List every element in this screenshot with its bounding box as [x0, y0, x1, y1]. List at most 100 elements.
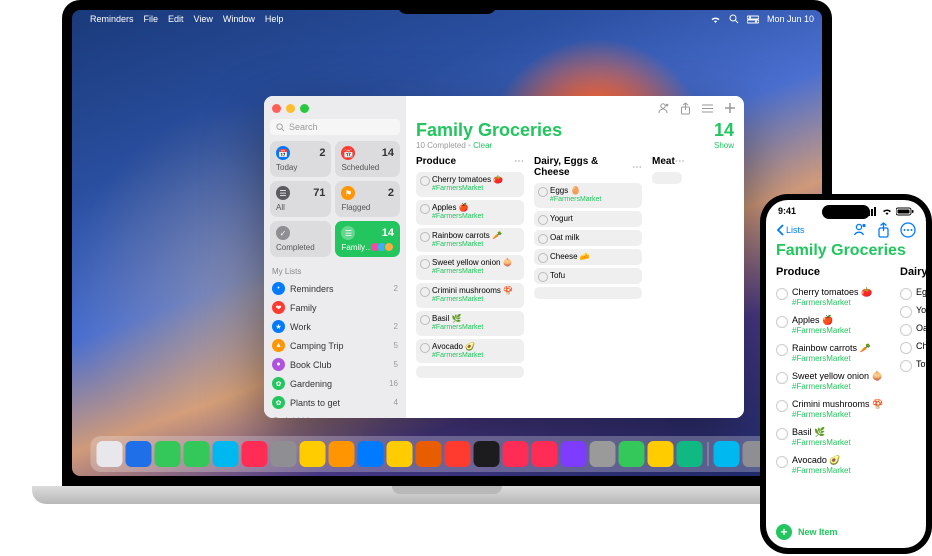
dock-app-icon[interactable] — [590, 441, 616, 467]
search-input[interactable]: Search — [270, 119, 400, 135]
reminder-item[interactable]: Tofu — [534, 268, 642, 284]
collaborate-icon[interactable] — [656, 102, 670, 114]
dock-app-icon[interactable] — [445, 441, 471, 467]
reminder-item[interactable]: Che — [900, 337, 926, 355]
reminder-tag[interactable]: #FarmersMarket — [792, 354, 892, 363]
reminder-tag[interactable]: #FarmersMarket — [792, 410, 892, 419]
reminder-item[interactable]: Rainbow carrots 🥕#FarmersMarket — [416, 228, 524, 253]
reminder-item[interactable]: Basil 🌿#FarmersMarket — [776, 423, 892, 451]
dock-app-icon[interactable] — [619, 441, 645, 467]
more-icon[interactable]: ⋯ — [675, 156, 685, 167]
close-button[interactable] — [272, 104, 281, 113]
reminder-item[interactable]: Yog — [900, 301, 926, 319]
add-list-button[interactable]: ⊕ Add List — [270, 412, 400, 418]
column-header[interactable]: Dairy, Eggs & Cheese⋯ — [534, 156, 642, 178]
reminder-item[interactable]: Avocado 🥑#FarmersMarket — [416, 339, 524, 364]
control-center-icon[interactable] — [747, 15, 759, 24]
sidebar-item-list[interactable]: ●Book Club5 — [270, 355, 400, 374]
add-reminder-placeholder[interactable] — [652, 172, 682, 184]
reminder-item[interactable]: Yogurt — [534, 211, 642, 227]
reminder-item[interactable]: Apples 🍎#FarmersMarket — [416, 200, 524, 225]
dock-app-icon[interactable] — [213, 441, 239, 467]
new-item-button[interactable]: + New Item — [766, 516, 926, 548]
reminder-tag[interactable]: #FarmersMarket — [792, 466, 892, 475]
share-icon[interactable] — [877, 222, 890, 238]
reminder-item[interactable]: Sweet yellow onion 🧅#FarmersMarket — [776, 367, 892, 395]
smart-family-shared[interactable]: ☰ 14 Family… — [335, 221, 400, 257]
share-icon[interactable] — [680, 102, 691, 115]
clear-button[interactable]: Clear — [473, 141, 492, 150]
dock-app-icon[interactable] — [416, 441, 442, 467]
reminder-tag[interactable]: #FarmersMarket — [432, 213, 521, 222]
dock-app-icon[interactable] — [300, 441, 326, 467]
more-icon[interactable]: ⋯ — [514, 156, 524, 167]
reminder-item[interactable]: Oat milk — [534, 230, 642, 246]
sidebar-item-list[interactable]: ❤Family — [270, 298, 400, 317]
dock-app-icon[interactable] — [561, 441, 587, 467]
reminder-tag[interactable]: #FarmersMarket — [432, 268, 521, 277]
dock-app-icon[interactable] — [329, 441, 355, 467]
show-button[interactable]: Show — [714, 141, 734, 150]
dock-app-icon[interactable] — [714, 441, 740, 467]
reminder-item[interactable]: Basil 🌿#FarmersMarket — [416, 311, 524, 336]
reminder-item[interactable]: Cheese 🧀 — [534, 249, 642, 265]
zoom-button[interactable] — [300, 104, 309, 113]
menu-edit[interactable]: Edit — [168, 14, 184, 24]
dock-app-icon[interactable] — [126, 441, 152, 467]
smart-scheduled[interactable]: 📆14 Scheduled — [335, 141, 400, 177]
column-header[interactable]: Produce⋯ — [416, 156, 524, 167]
smart-today[interactable]: 📅2 Today — [270, 141, 331, 177]
reminder-item[interactable]: Rainbow carrots 🥕#FarmersMarket — [776, 339, 892, 367]
back-button[interactable]: Lists — [776, 224, 805, 236]
dock-app-icon[interactable] — [155, 441, 181, 467]
collaborate-icon[interactable] — [851, 222, 867, 238]
reminder-item[interactable]: Egg — [900, 283, 926, 301]
reminder-item[interactable]: Crimini mushrooms 🍄#FarmersMarket — [776, 395, 892, 423]
reminder-tag[interactable]: #FarmersMarket — [792, 438, 892, 447]
dock-app-icon[interactable] — [184, 441, 210, 467]
sidebar-item-list[interactable]: ★Work2 — [270, 317, 400, 336]
menubar-clock[interactable]: Mon Jun 10 — [767, 14, 814, 24]
add-reminder-placeholder[interactable] — [534, 287, 642, 299]
dock-app-icon[interactable] — [387, 441, 413, 467]
sidebar-item-list[interactable]: ▲Camping Trip5 — [270, 336, 400, 355]
column-header[interactable]: Meat⋯ — [652, 156, 682, 167]
add-reminder-placeholder[interactable] — [416, 366, 524, 378]
reminder-item[interactable]: Cherry tomatoes 🍅#FarmersMarket — [416, 172, 524, 197]
sidebar-item-list[interactable]: ✿Gardening16 — [270, 374, 400, 393]
reminder-item[interactable]: Eggs 🥚#FarmersMarket — [534, 183, 642, 208]
dock-app-icon[interactable] — [677, 441, 703, 467]
sidebar-item-list[interactable]: •Reminders2 — [270, 279, 400, 298]
dock-app-icon[interactable] — [358, 441, 384, 467]
smart-completed[interactable]: ✓ Completed — [270, 221, 331, 257]
minimize-button[interactable] — [286, 104, 295, 113]
spotlight-icon[interactable] — [729, 14, 739, 24]
dock-app-icon[interactable] — [503, 441, 529, 467]
more-icon[interactable]: ⋯ — [632, 162, 642, 173]
reminder-tag[interactable]: #FarmersMarket — [432, 241, 521, 250]
dock-app-icon[interactable] — [532, 441, 558, 467]
reminder-item[interactable]: Oat — [900, 319, 926, 337]
reminder-tag[interactable]: #FarmersMarket — [432, 185, 521, 194]
reminder-tag[interactable]: #FarmersMarket — [792, 326, 892, 335]
wifi-icon[interactable] — [710, 15, 721, 24]
menu-view[interactable]: View — [194, 14, 213, 24]
smart-all[interactable]: ☰71 All — [270, 181, 331, 217]
dock-app-icon[interactable] — [242, 441, 268, 467]
reminder-item[interactable]: Crimini mushrooms 🍄#FarmersMarket — [416, 283, 524, 308]
reminder-tag[interactable]: #FarmersMarket — [432, 296, 521, 305]
reminder-item[interactable]: Apples 🍎#FarmersMarket — [776, 311, 892, 339]
reminder-tag[interactable]: #FarmersMarket — [792, 382, 892, 391]
reminder-item[interactable]: Tof — [900, 355, 926, 373]
dock-app-icon[interactable] — [648, 441, 674, 467]
menu-window[interactable]: Window — [223, 14, 255, 24]
add-reminder-icon[interactable] — [724, 102, 736, 114]
reminder-tag[interactable]: #FarmersMarket — [432, 324, 521, 333]
dock-app-icon[interactable] — [271, 441, 297, 467]
smart-flagged[interactable]: ⚑2 Flagged — [335, 181, 400, 217]
more-icon[interactable] — [900, 222, 916, 238]
reminder-item[interactable]: Avocado 🥑#FarmersMarket — [776, 451, 892, 479]
view-options-icon[interactable] — [701, 103, 714, 114]
reminder-tag[interactable]: #FarmersMarket — [550, 196, 639, 205]
menu-file[interactable]: File — [144, 14, 159, 24]
